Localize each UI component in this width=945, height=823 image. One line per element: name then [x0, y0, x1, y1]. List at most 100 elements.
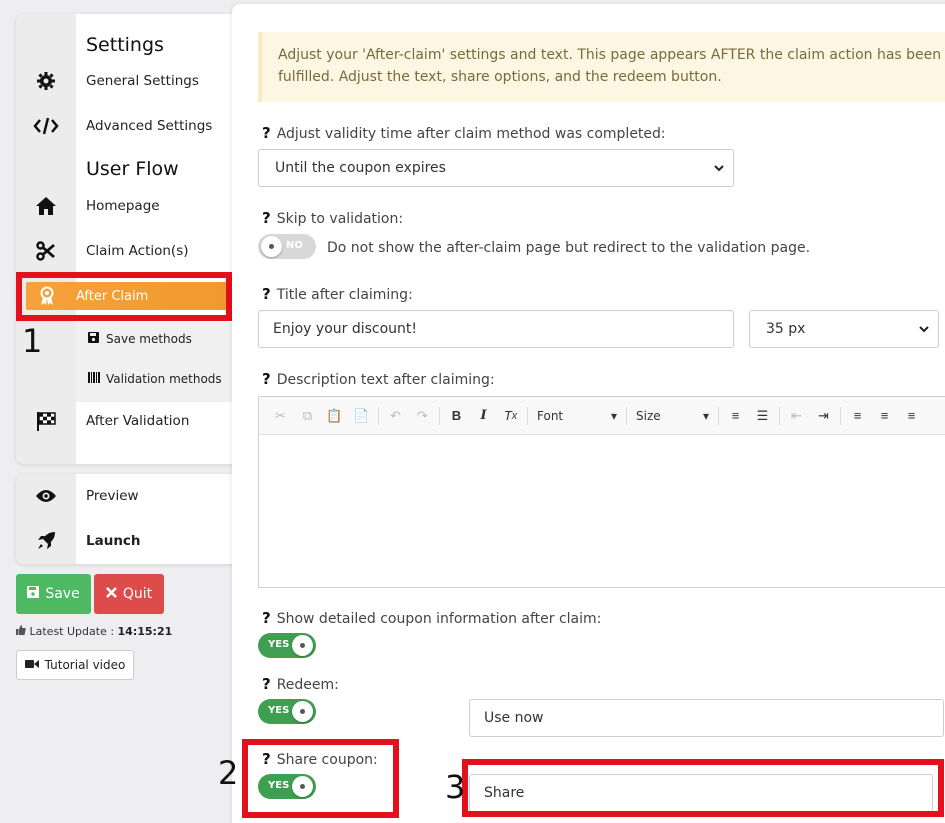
copy-icon[interactable]: ⧉	[294, 404, 321, 428]
toggle-text: NO	[286, 240, 303, 251]
video-camera-icon	[24, 658, 39, 672]
toggle-knob	[292, 635, 313, 656]
description-label: ? Description text after claiming:	[262, 370, 495, 388]
toolbar-divider	[626, 406, 627, 425]
numbered-list-icon[interactable]: ≡	[722, 404, 749, 428]
paste-text-icon[interactable]: 📄	[348, 404, 375, 428]
font-dropdown-label: Font	[537, 408, 564, 423]
editor-toolbar: ✂ ⧉ 📋 📄 ↶ ↷ B I Tx Font ▾ Size ▾ ≡ ☰ ⇤ ⇥…	[259, 397, 945, 435]
size-dropdown[interactable]: Size ▾	[630, 404, 715, 428]
toggle-text: YES	[268, 639, 290, 650]
sidebar-item-label: Advanced Settings	[86, 118, 213, 134]
sidebar-item-general-settings[interactable]: General Settings	[16, 61, 238, 101]
toggle-knob	[292, 701, 313, 722]
highlight-box-share-text	[462, 759, 944, 817]
highlight-box-after-claim	[16, 272, 232, 321]
latest-update-label: Latest Update :	[29, 625, 115, 638]
title-size-select[interactable]: 35 px	[749, 310, 939, 348]
skip-toggle[interactable]: NO	[258, 234, 316, 259]
help-icon[interactable]: ?	[262, 675, 271, 693]
thumbs-up-icon	[16, 625, 26, 638]
help-icon[interactable]: ?	[262, 609, 271, 627]
validity-select[interactable]: Until the coupon expires	[258, 149, 734, 187]
toolbar-divider	[439, 406, 440, 425]
show-details-toggle[interactable]: YES	[258, 633, 316, 658]
align-center-icon[interactable]: ≡	[871, 404, 898, 428]
sidebar-subitem-save-methods[interactable]: Save methods	[88, 324, 192, 354]
sidebar-item-homepage[interactable]: Homepage	[16, 186, 238, 226]
undo-icon[interactable]: ↶	[382, 404, 409, 428]
toolbar-divider	[779, 406, 780, 425]
tutorial-video-button[interactable]: Tutorial video	[16, 650, 134, 680]
align-left-icon[interactable]: ≡	[844, 404, 871, 428]
cut-icon[interactable]: ✂	[267, 404, 294, 428]
sidebar-item-launch[interactable]: Launch	[16, 521, 238, 561]
sidebar-item-label: Homepage	[86, 198, 160, 214]
outdent-icon[interactable]: ⇤	[783, 404, 810, 428]
sidebar-item-label: Launch	[86, 533, 141, 549]
toolbar-divider	[840, 406, 841, 425]
sidebar-item-claim-actions[interactable]: Claim Action(s)	[16, 231, 238, 271]
bulleted-list-icon[interactable]: ☰	[749, 404, 776, 428]
redo-icon[interactable]: ↷	[409, 404, 436, 428]
help-icon[interactable]: ?	[262, 370, 271, 388]
rich-text-editor[interactable]: ✂ ⧉ 📋 📄 ↶ ↷ B I Tx Font ▾ Size ▾ ≡ ☰ ⇤ ⇥…	[258, 396, 945, 588]
skip-label-text: Skip to validation:	[276, 211, 404, 227]
title-label: ? Title after claiming:	[262, 285, 413, 303]
redeem-button-text-input[interactable]: Use now	[469, 699, 944, 737]
validity-label: ? Adjust validity time after claim method…	[262, 124, 666, 142]
paste-icon[interactable]: 📋	[321, 404, 348, 428]
info-alert: Adjust your 'After-claim' settings and t…	[258, 32, 945, 102]
chevron-down-icon	[713, 162, 725, 178]
redeem-label-text: Redeem:	[276, 677, 339, 693]
title-input[interactable]: Enjoy your discount!	[258, 310, 734, 348]
home-icon	[16, 196, 76, 216]
checkered-flag-icon	[16, 410, 76, 432]
skip-label: ? Skip to validation:	[262, 209, 403, 227]
toolbar-divider	[378, 406, 379, 425]
sidebar-item-after-validation[interactable]: After Validation	[16, 401, 238, 441]
indent-icon[interactable]: ⇥	[810, 404, 837, 428]
validity-select-value: Until the coupon expires	[275, 160, 446, 176]
barcode-icon	[88, 372, 106, 386]
toggle-text: YES	[268, 705, 290, 716]
align-right-icon[interactable]: ≡	[898, 404, 925, 428]
remove-format-icon[interactable]: Tx	[497, 404, 524, 428]
latest-update-time: 14:15:21	[117, 625, 173, 638]
settings-section-title: Settings	[86, 34, 164, 56]
step-marker-1: 1	[22, 322, 43, 360]
floppy-icon	[27, 586, 40, 602]
italic-icon[interactable]: I	[470, 404, 497, 428]
validity-label-text: Adjust validity time after claim method …	[276, 126, 666, 142]
size-dropdown-label: Size	[636, 408, 661, 423]
tutorial-video-label: Tutorial video	[44, 658, 126, 672]
quit-label: Quit	[122, 586, 153, 602]
font-dropdown[interactable]: Font ▾	[531, 404, 623, 428]
sidebar-item-advanced-settings[interactable]: Advanced Settings	[16, 106, 238, 146]
title-size-value: 35 px	[766, 321, 806, 337]
sidebar-item-preview[interactable]: Preview	[16, 476, 238, 516]
user-flow-section-title: User Flow	[86, 158, 179, 180]
help-icon[interactable]: ?	[262, 285, 271, 303]
help-icon[interactable]: ?	[262, 124, 271, 142]
help-icon[interactable]: ?	[262, 209, 271, 227]
step-marker-2: 2	[218, 754, 239, 792]
description-label-text: Description text after claiming:	[276, 372, 495, 388]
show-details-label: ? Show detailed coupon information after …	[262, 609, 601, 627]
sidebar-nav: Settings General Settings Advanced Setti…	[16, 14, 238, 464]
caret-down-icon: ▾	[610, 408, 617, 423]
redeem-label: ? Redeem:	[262, 675, 339, 693]
sidebar-item-label: Claim Action(s)	[86, 243, 189, 259]
redeem-toggle[interactable]: YES	[258, 699, 316, 724]
save-button[interactable]: Save	[16, 574, 91, 614]
save-label: Save	[45, 586, 80, 602]
sidebar-item-label: After Validation	[86, 413, 190, 429]
sidebar-item-label: Preview	[86, 488, 139, 504]
sidebar-subitem-label: Save methods	[106, 332, 192, 346]
rocket-icon	[16, 531, 76, 551]
quit-button[interactable]: Quit	[94, 574, 164, 614]
bold-icon[interactable]: B	[443, 404, 470, 428]
latest-update: Latest Update : 14:15:21	[16, 625, 172, 638]
sidebar-subitem-validation-methods[interactable]: Validation methods	[88, 364, 222, 394]
toggle-knob	[261, 236, 282, 257]
